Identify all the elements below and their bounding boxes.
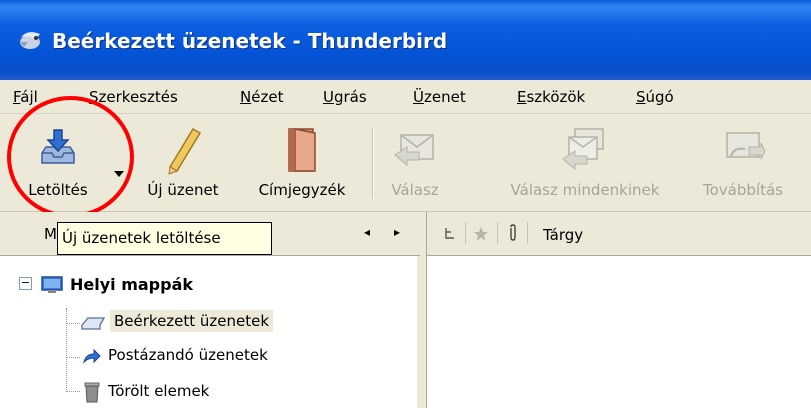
tree-line — [66, 308, 67, 392]
pencil-icon — [168, 127, 202, 175]
message-list-pane: Tárgy — [426, 212, 811, 408]
menu-help[interactable]: Súgó — [636, 88, 674, 106]
folder-pane-header-label: M — [44, 225, 57, 243]
window-title: Beérkezett üzenetek - Thunderbird — [52, 29, 448, 53]
reply-icon — [394, 134, 434, 167]
tree-line — [66, 323, 80, 324]
menu-help-accel: S — [636, 88, 646, 106]
menu-message-label: zenet — [423, 88, 466, 106]
thread-column-icon[interactable] — [443, 226, 457, 242]
menu-file-label: ájl — [20, 88, 38, 106]
computer-icon — [41, 276, 63, 293]
menu-view-accel: N — [240, 88, 252, 106]
column-separator — [527, 222, 528, 244]
title-bar: Beérkezett üzenetek - Thunderbird — [0, 0, 811, 80]
menu-view-label: ézet — [251, 88, 284, 106]
forward-icon — [726, 132, 766, 160]
thunderbird-icon — [20, 32, 40, 49]
tree-line — [66, 391, 80, 392]
highlight-circle — [7, 96, 134, 218]
address-book-button[interactable]: Címjegyzék — [240, 115, 364, 212]
tree-line — [66, 357, 80, 358]
forward-label: Továbbítás — [703, 181, 783, 199]
folder-inbox-label: Beérkezett üzenetek — [110, 310, 274, 332]
menu-file[interactable]: Fájl — [13, 88, 38, 106]
address-book-label: Címjegyzék — [258, 181, 346, 199]
reply-all-button[interactable]: Válasz mindenkinek — [490, 115, 680, 212]
reply-button[interactable]: Válasz — [380, 115, 450, 212]
menu-go[interactable]: Ugrás — [323, 88, 367, 106]
menu-message[interactable]: Üzenet — [413, 88, 466, 106]
menu-tools[interactable]: Eszközök — [517, 88, 585, 106]
address-book-icon — [288, 128, 316, 172]
tooltip: Új üzenetek letöltése — [57, 222, 272, 255]
folder-outbox-label: Postázandó üzenetek — [108, 346, 268, 364]
trash-icon — [84, 382, 100, 403]
menu-help-label: úgó — [645, 88, 674, 106]
toolbar-separator — [372, 127, 374, 199]
menu-message-accel: Ü — [413, 88, 424, 106]
folder-prev-icon[interactable]: ◂ — [364, 225, 370, 239]
reply-all-icon — [562, 128, 604, 171]
reply-label: Válasz — [391, 181, 439, 199]
star-column-icon[interactable] — [473, 226, 489, 242]
column-separator — [497, 222, 498, 244]
menu-go-label: grás — [333, 88, 367, 106]
inbox-icon — [81, 317, 106, 330]
folder-next-icon[interactable]: ▸ — [394, 225, 400, 239]
forward-button[interactable]: Továbbítás — [682, 115, 804, 212]
reply-all-label: Válasz mindenkinek — [510, 181, 660, 199]
folder-trash-label: Törölt elemek — [108, 382, 210, 400]
outbox-arrow-icon — [83, 348, 101, 364]
menu-bar: Fájl Szerkesztés Nézet Ugrás Üzenet Eszk… — [0, 80, 811, 114]
menu-view[interactable]: Nézet — [240, 88, 283, 106]
menu-edit-label: zerkesztés — [98, 88, 178, 106]
new-message-label: Új üzenet — [147, 181, 219, 199]
menu-go-accel: U — [323, 88, 334, 106]
message-list-header: Tárgy — [427, 212, 811, 256]
menu-tools-label: szközök — [526, 88, 586, 106]
local-folders-label: Helyi mappák — [70, 275, 194, 294]
attachment-column-icon[interactable] — [507, 224, 519, 242]
subject-column-header[interactable]: Tárgy — [543, 226, 583, 244]
new-message-button[interactable]: Új üzenet — [130, 115, 236, 212]
collapse-expander-icon[interactable]: − — [19, 277, 32, 290]
column-separator — [465, 222, 466, 244]
